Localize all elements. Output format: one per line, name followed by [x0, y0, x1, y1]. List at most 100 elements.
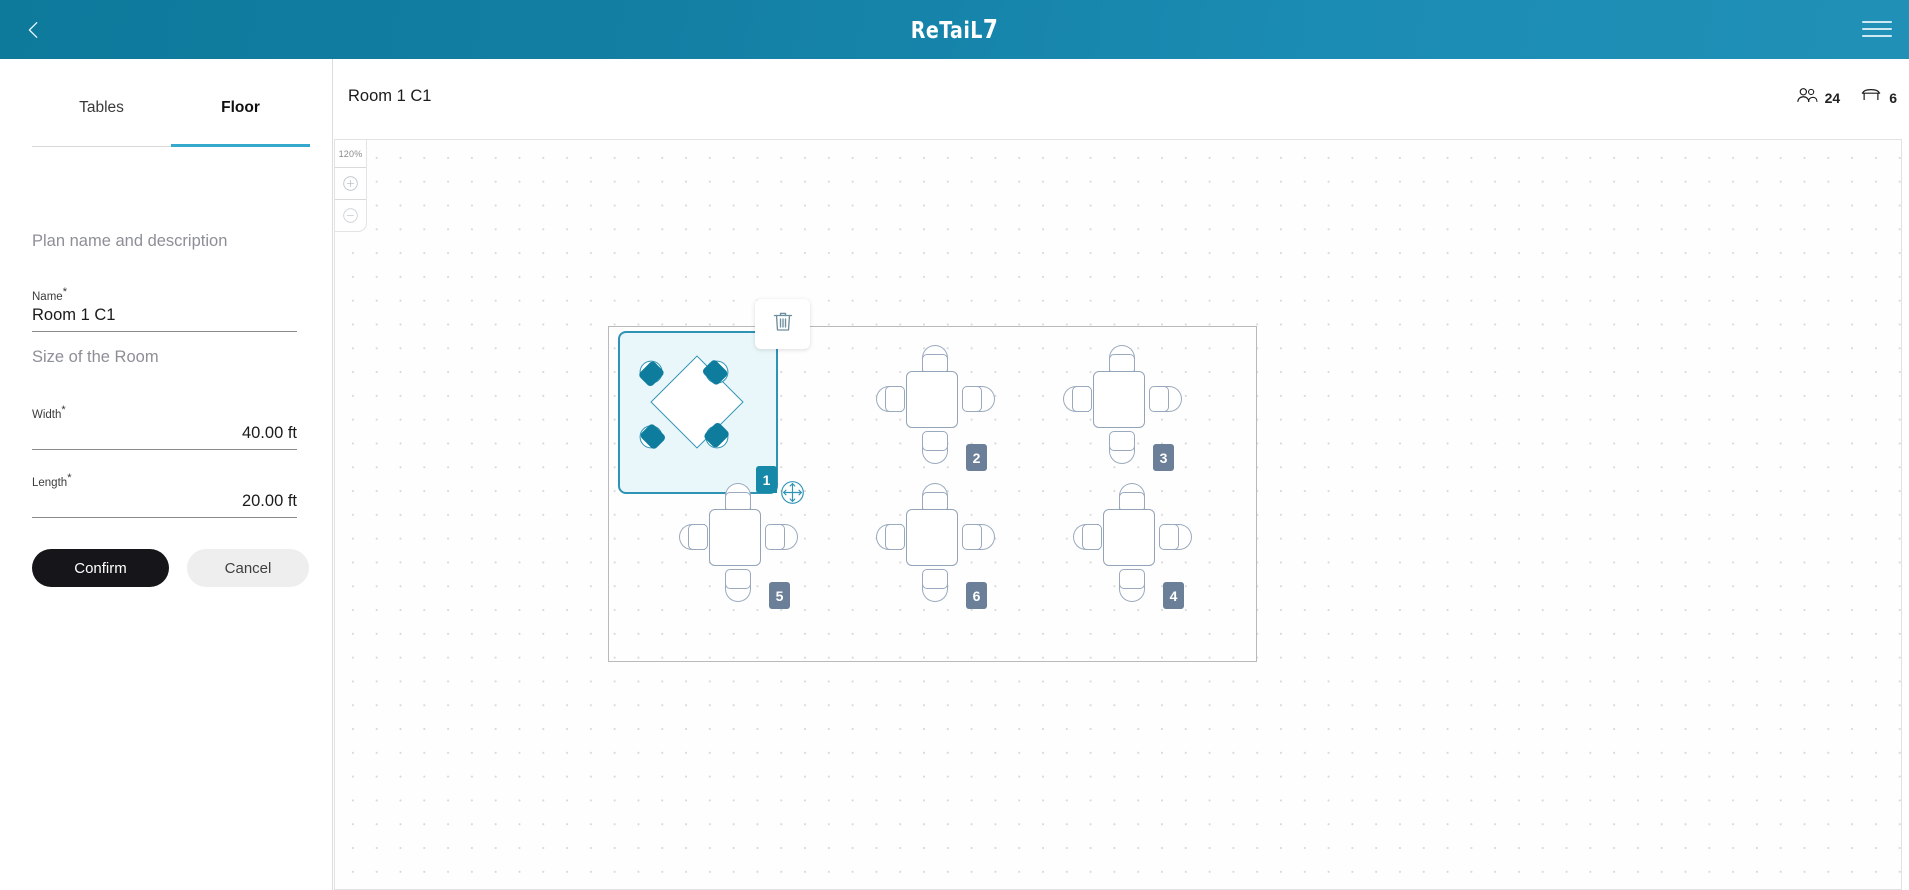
chair-seat [1149, 386, 1169, 412]
tab-tables[interactable]: Tables [32, 99, 171, 147]
table-2-chair-left [876, 383, 905, 415]
table-6-chair-right [962, 521, 995, 553]
chair-seat [962, 524, 982, 550]
cancel-button[interactable]: Cancel [187, 549, 309, 587]
required-asterisk: * [62, 286, 67, 298]
table-6-chair-left [876, 521, 905, 553]
logo-seven: 7 [982, 14, 999, 45]
table-unit-3[interactable]: 3 [1059, 345, 1182, 485]
app-header-bar: ReTaiL7 [0, 0, 1909, 59]
table-6-chair-bottom [919, 569, 951, 602]
minus-circle-icon [342, 207, 359, 224]
width-label-text: Width [32, 408, 62, 421]
name-field-label: Name* [32, 285, 297, 304]
confirm-button[interactable]: Confirm [32, 549, 169, 587]
table-unit-5[interactable]: 5 [675, 483, 798, 623]
width-input[interactable] [32, 423, 297, 450]
chair-seat [725, 569, 751, 589]
page-title: Room 1 C1 [348, 87, 432, 105]
table-5-surface [709, 509, 761, 566]
zoom-in-button[interactable] [335, 167, 366, 199]
name-input[interactable] [32, 305, 297, 332]
table-icon [1860, 88, 1882, 107]
table-5-chair-right [765, 521, 798, 553]
main-content: Room 1 C1 24 6 120% 1 2 3 5 6 4 [334, 59, 1909, 890]
table-2-chair-top [919, 345, 951, 374]
capacity-counters: 24 6 [1796, 87, 1897, 108]
table-2-chair-bottom [919, 431, 951, 464]
table-3-chair-right [1149, 383, 1182, 415]
chair-seat [885, 524, 905, 550]
table-count-value: 6 [1889, 89, 1897, 106]
delete-table-button[interactable] [755, 299, 810, 349]
table-4-chair-left [1073, 521, 1102, 553]
chair-seat [1082, 524, 1102, 550]
width-field-label: Width* [32, 403, 297, 422]
table-4-chair-right [1159, 521, 1192, 553]
guest-capacity-counter: 24 [1796, 87, 1841, 108]
table-3-surface [1093, 371, 1145, 428]
hamburger-menu-icon[interactable] [1859, 12, 1895, 46]
main-header: Room 1 C1 24 6 [334, 59, 1909, 141]
table-5-chair-bottom [722, 569, 754, 602]
table-6-number-badge: 6 [966, 582, 987, 609]
chair-seat [922, 431, 948, 451]
tab-floor[interactable]: Floor [171, 99, 310, 147]
trash-icon [772, 310, 794, 339]
required-asterisk: * [61, 404, 66, 416]
menu-line [1862, 35, 1892, 37]
length-field-label: Length* [32, 471, 297, 490]
name-field-group: Name* [32, 285, 297, 332]
chair-seat [765, 524, 785, 550]
menu-line [1862, 21, 1892, 23]
chair-seat [885, 386, 905, 412]
table-2-number-badge: 2 [966, 444, 987, 471]
table-unit-2[interactable]: 2 [872, 345, 995, 485]
name-label-text: Name [32, 290, 63, 303]
length-label-text: Length [32, 476, 68, 489]
table-4-number-badge: 4 [1163, 582, 1184, 609]
table-3-chair-top [1106, 345, 1138, 374]
zoom-out-button[interactable] [335, 199, 366, 231]
table-4-surface [1103, 509, 1155, 566]
table-3-number-badge: 3 [1153, 444, 1174, 471]
chair-seat [922, 569, 948, 589]
table-4-chair-bottom [1116, 569, 1148, 602]
table-5-chair-left [679, 521, 708, 553]
table-4-chair-top [1116, 483, 1148, 512]
people-icon [1796, 87, 1818, 108]
zoom-toolbar: 120% [335, 140, 367, 232]
form-actions: Confirm Cancel [32, 549, 309, 587]
plus-circle-icon [342, 175, 359, 192]
table-count-counter: 6 [1860, 88, 1897, 107]
chair-seat [1119, 569, 1145, 589]
sidebar-tabs: Tables Floor [32, 99, 310, 147]
menu-line [1862, 28, 1892, 30]
table-6-surface [906, 509, 958, 566]
table-2-surface [906, 371, 958, 428]
chevron-left-icon [23, 19, 45, 41]
width-field-group: Width* [32, 403, 297, 450]
chair-seat [688, 524, 708, 550]
sidebar-panel: Tables Floor Plan name and description N… [0, 59, 333, 890]
back-button[interactable] [10, 6, 58, 54]
section-title-plan: Plan name and description [32, 232, 228, 250]
logo-text: ReTaiL [910, 17, 983, 44]
length-input[interactable] [32, 491, 297, 518]
table-1-selection-box[interactable]: 1 [618, 331, 804, 504]
section-title-size: Size of the Room [32, 348, 159, 366]
brand-logo: ReTaiL7 [0, 0, 1909, 59]
chair-seat [1159, 524, 1179, 550]
table-3-chair-left [1063, 383, 1092, 415]
zoom-level-label: 120% [338, 148, 363, 159]
table-unit-4[interactable]: 4 [1069, 483, 1192, 623]
required-asterisk: * [67, 472, 72, 484]
floor-plan-canvas[interactable]: 120% 1 2 3 5 6 4 [334, 139, 1902, 890]
table-1-chair [633, 416, 671, 454]
table-5-number-badge: 5 [769, 582, 790, 609]
table-3-chair-bottom [1106, 431, 1138, 464]
table-unit-6[interactable]: 6 [872, 483, 995, 623]
chair-seat [1072, 386, 1092, 412]
chair-seat [962, 386, 982, 412]
guest-capacity-value: 24 [1824, 89, 1841, 106]
